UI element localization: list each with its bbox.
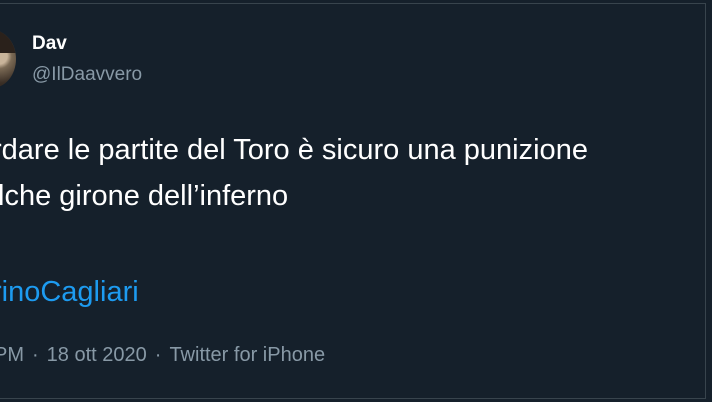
avatar-photo (0, 30, 16, 54)
tweet-text-line-1: rdare le partite del Toro è sicuro una p… (0, 134, 588, 166)
author-handle[interactable]: @IlDaavvero (32, 64, 142, 86)
hashtag-link[interactable]: rinoCagliari (0, 274, 139, 310)
tweet-text-line-2: lche girone dell’inferno (0, 180, 289, 212)
author-display-name[interactable]: Dav (32, 33, 67, 55)
tweet-time[interactable]: PM (0, 343, 24, 367)
meta-separator: · (154, 344, 162, 366)
tweet-source-link[interactable]: Twitter for iPhone (169, 343, 325, 367)
tweet-date[interactable]: 18 ott 2020 (47, 343, 147, 367)
meta-separator: · (32, 344, 39, 366)
tweet-meta: PM · 18 ott 2020 · Twitter for iPhone (0, 343, 325, 367)
